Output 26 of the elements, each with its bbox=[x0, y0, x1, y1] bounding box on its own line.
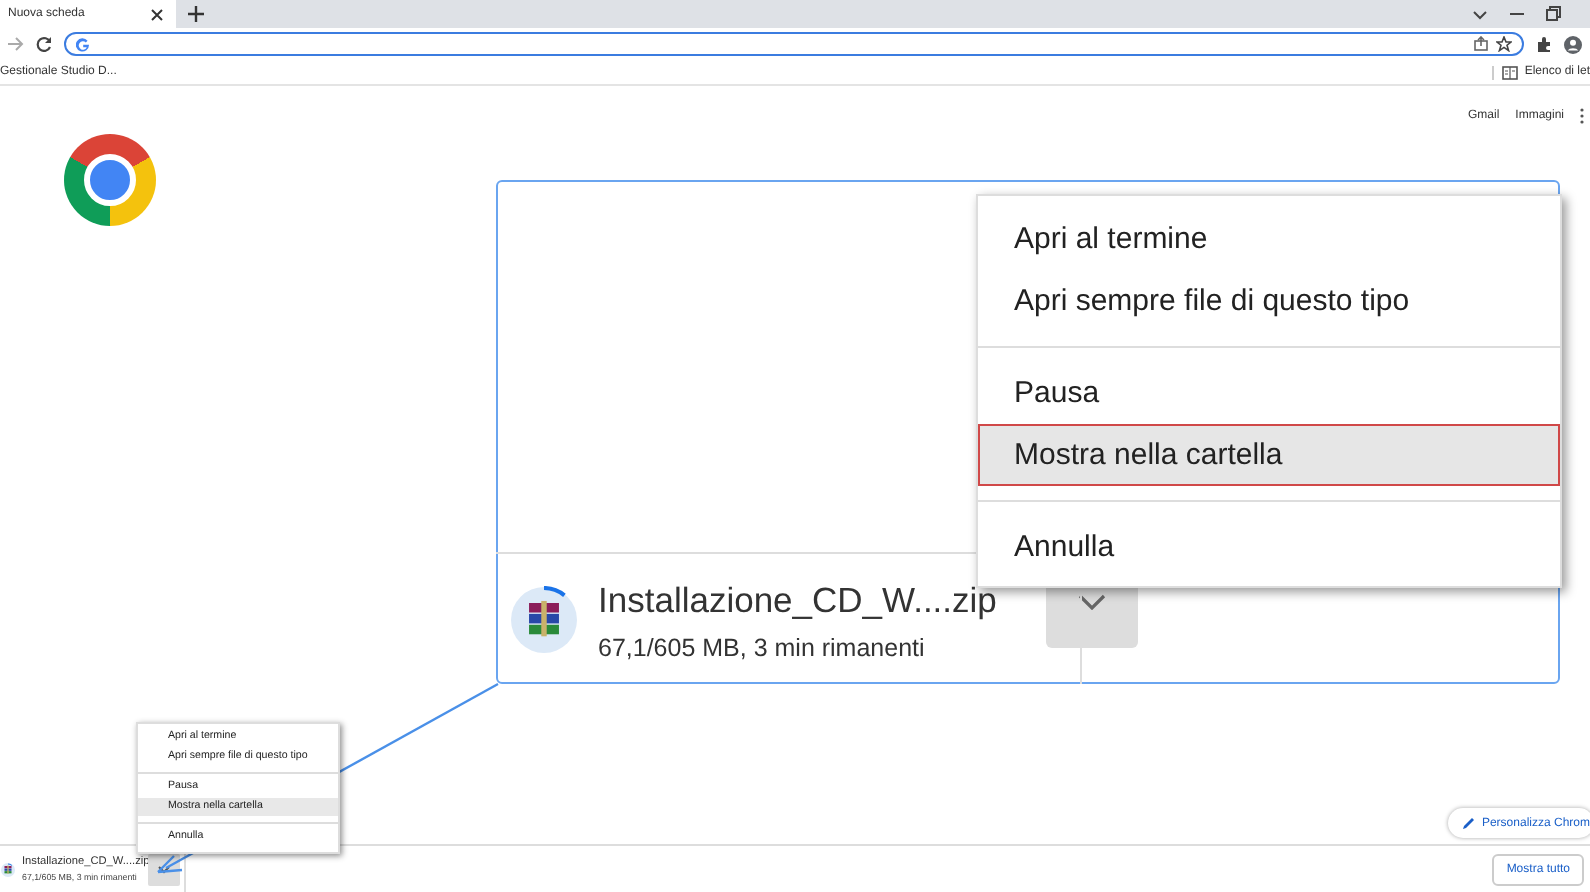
puzzle-icon[interactable] bbox=[1536, 36, 1552, 52]
chevron-down-icon[interactable] bbox=[1472, 8, 1488, 20]
chevron-down-icon bbox=[1078, 594, 1106, 610]
pencil-icon bbox=[1461, 816, 1476, 830]
menu-item[interactable]: Apri al termine bbox=[978, 208, 1560, 270]
minimize-icon[interactable] bbox=[1510, 8, 1524, 20]
reading-list-icon bbox=[1502, 65, 1519, 79]
archive-progress-icon bbox=[0, 861, 16, 877]
archive-progress-icon bbox=[510, 586, 578, 654]
chevron-down-icon bbox=[158, 865, 170, 873]
star-icon[interactable] bbox=[1496, 36, 1512, 52]
menu-item[interactable]: Apri sempre file di questo tipo bbox=[978, 270, 1560, 332]
address-bar[interactable] bbox=[64, 32, 1524, 56]
logo-icon bbox=[64, 134, 156, 226]
menu-item[interactable]: Annulla bbox=[978, 516, 1560, 578]
file-name: Installazione_CD_W....zip bbox=[598, 579, 999, 621]
search-engine-icon bbox=[76, 37, 90, 51]
profile-icon[interactable] bbox=[1564, 35, 1582, 53]
close-icon[interactable] bbox=[150, 7, 164, 21]
menu-item[interactable]: Mostra nella cartella bbox=[978, 424, 1560, 486]
menu-item[interactable]: Pausa bbox=[978, 362, 1560, 424]
restore-icon[interactable] bbox=[1546, 6, 1562, 22]
reload-icon[interactable] bbox=[36, 36, 52, 52]
share-icon[interactable] bbox=[1474, 36, 1488, 52]
plus-icon[interactable] bbox=[188, 6, 204, 22]
download-status: 67,1/605 MB, 3 min rimanenti bbox=[598, 633, 927, 661]
